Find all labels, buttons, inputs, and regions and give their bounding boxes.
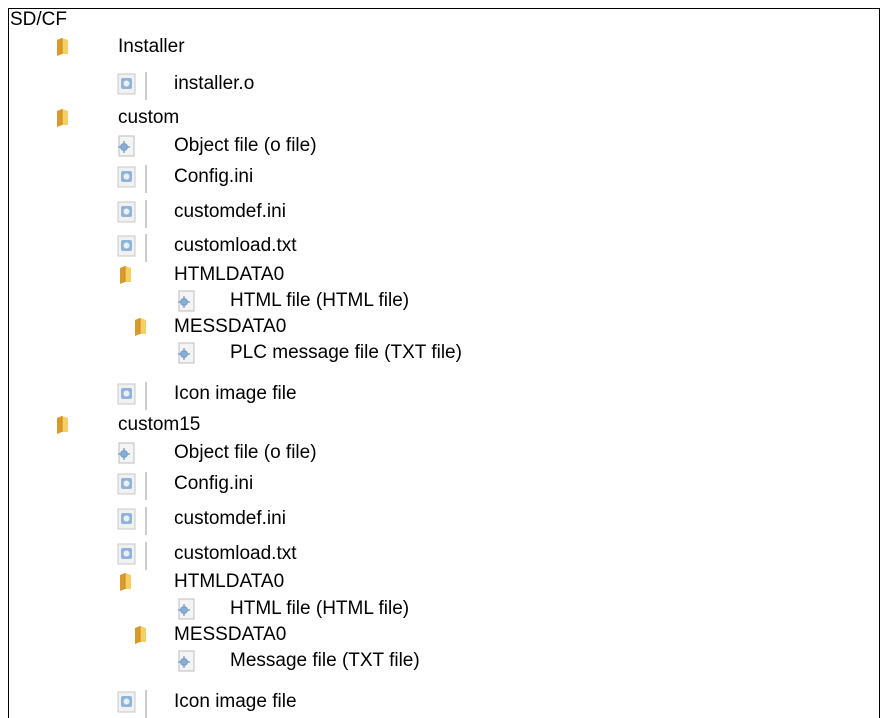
- folder-icon: [52, 106, 74, 128]
- config-file-icon: [175, 597, 197, 620]
- config-file-icon: [175, 289, 197, 312]
- file-label: Icon image file: [174, 691, 297, 712]
- folder-label: custom: [118, 107, 180, 128]
- file-label: Config.ini: [174, 473, 254, 494]
- folder-icon: [130, 315, 152, 337]
- file-label: Icon image file: [174, 383, 297, 404]
- folder-label: MESSDATA0: [174, 624, 287, 645]
- file-icon: [115, 472, 147, 500]
- file-icon: [115, 382, 147, 410]
- file-icon: [115, 234, 147, 262]
- file-icon: [115, 690, 147, 718]
- file-icon: [115, 507, 147, 535]
- file-label: Config.ini: [174, 166, 254, 187]
- root-label: SD/CF: [10, 9, 67, 30]
- folder-icon: [115, 570, 137, 592]
- folder-label: MESSDATA0: [174, 316, 287, 337]
- file-label: customload.txt: [174, 235, 297, 256]
- folder-label: HTMLDATA0: [174, 571, 285, 592]
- file-icon: [115, 72, 147, 100]
- folder-icon: [52, 35, 74, 57]
- file-label: Object file (o file): [174, 135, 317, 156]
- folder-label: Installer: [118, 36, 185, 57]
- config-file-icon: [175, 341, 197, 364]
- folder-label: custom15: [118, 414, 201, 435]
- config-file-icon: [115, 441, 137, 464]
- file-label: Message file (TXT file): [230, 650, 420, 671]
- file-icon: [115, 542, 147, 570]
- folder-icon: [52, 413, 74, 435]
- folder-label: HTMLDATA0: [174, 264, 285, 285]
- config-file-icon: [175, 649, 197, 672]
- file-icon: [115, 165, 147, 193]
- file-label: customdef.ini: [174, 201, 286, 222]
- file-label: HTML file (HTML file): [230, 290, 410, 311]
- file-label: installer.o: [174, 73, 255, 94]
- file-icon: [115, 200, 147, 228]
- file-label: customload.txt: [174, 543, 297, 564]
- file-label: PLC message file (TXT file): [230, 342, 462, 363]
- file-label: HTML file (HTML file): [230, 598, 410, 619]
- folder-icon: [115, 263, 137, 285]
- file-label: Object file (o file): [174, 442, 317, 463]
- config-file-icon: [115, 134, 137, 157]
- folder-icon: [130, 623, 152, 645]
- file-label: customdef.ini: [174, 508, 286, 529]
